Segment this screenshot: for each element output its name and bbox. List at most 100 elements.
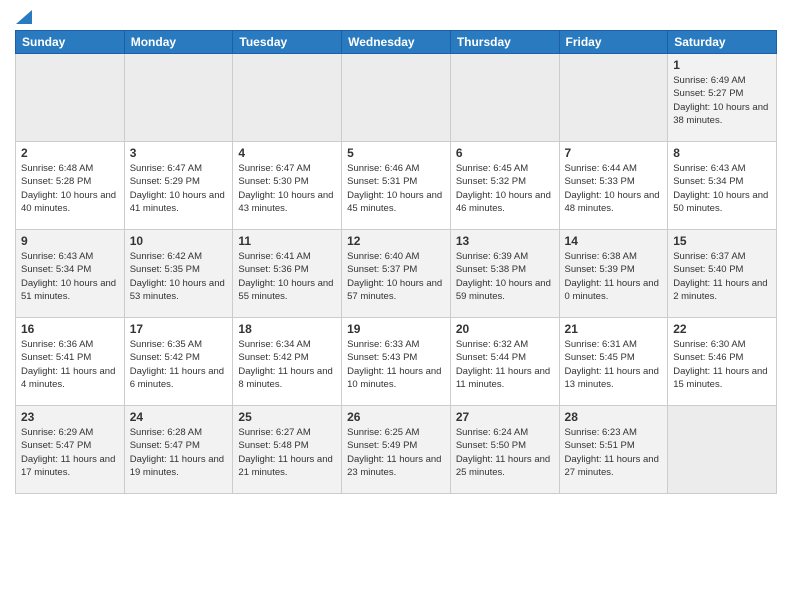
day-number: 5 — [347, 146, 445, 160]
day-info: Sunrise: 6:40 AM Sunset: 5:37 PM Dayligh… — [347, 250, 445, 303]
day-number: 18 — [238, 322, 336, 336]
day-number: 7 — [565, 146, 663, 160]
calendar-cell: 24 Sunrise: 6:28 AM Sunset: 5:47 PM Dayli… — [124, 406, 233, 494]
day-number: 23 — [21, 410, 119, 424]
calendar-cell — [124, 54, 233, 142]
calendar-cell: 4 Sunrise: 6:47 AM Sunset: 5:30 PM Daylig… — [233, 142, 342, 230]
calendar-cell: 26 Sunrise: 6:25 AM Sunset: 5:49 PM Dayli… — [342, 406, 451, 494]
column-header-saturday: Saturday — [668, 31, 777, 54]
day-number: 26 — [347, 410, 445, 424]
day-number: 20 — [456, 322, 554, 336]
column-header-sunday: Sunday — [16, 31, 125, 54]
calendar-cell: 9 Sunrise: 6:43 AM Sunset: 5:34 PM Daylig… — [16, 230, 125, 318]
header — [15, 10, 777, 22]
day-info: Sunrise: 6:28 AM Sunset: 5:47 PM Dayligh… — [130, 426, 228, 479]
calendar-cell: 19 Sunrise: 6:33 AM Sunset: 5:43 PM Dayli… — [342, 318, 451, 406]
calendar-cell — [668, 406, 777, 494]
calendar-week-row: 9 Sunrise: 6:43 AM Sunset: 5:34 PM Daylig… — [16, 230, 777, 318]
day-info: Sunrise: 6:39 AM Sunset: 5:38 PM Dayligh… — [456, 250, 554, 303]
calendar-cell: 10 Sunrise: 6:42 AM Sunset: 5:35 PM Dayli… — [124, 230, 233, 318]
day-number: 9 — [21, 234, 119, 248]
day-number: 14 — [565, 234, 663, 248]
day-info: Sunrise: 6:49 AM Sunset: 5:27 PM Dayligh… — [673, 74, 771, 127]
calendar-week-row: 2 Sunrise: 6:48 AM Sunset: 5:28 PM Daylig… — [16, 142, 777, 230]
day-number: 6 — [456, 146, 554, 160]
day-info: Sunrise: 6:25 AM Sunset: 5:49 PM Dayligh… — [347, 426, 445, 479]
day-number: 17 — [130, 322, 228, 336]
calendar-cell: 13 Sunrise: 6:39 AM Sunset: 5:38 PM Dayli… — [450, 230, 559, 318]
day-number: 2 — [21, 146, 119, 160]
calendar-cell — [450, 54, 559, 142]
column-header-thursday: Thursday — [450, 31, 559, 54]
day-number: 25 — [238, 410, 336, 424]
day-info: Sunrise: 6:31 AM Sunset: 5:45 PM Dayligh… — [565, 338, 663, 391]
day-info: Sunrise: 6:47 AM Sunset: 5:29 PM Dayligh… — [130, 162, 228, 215]
day-info: Sunrise: 6:34 AM Sunset: 5:42 PM Dayligh… — [238, 338, 336, 391]
day-info: Sunrise: 6:45 AM Sunset: 5:32 PM Dayligh… — [456, 162, 554, 215]
day-number: 11 — [238, 234, 336, 248]
day-info: Sunrise: 6:30 AM Sunset: 5:46 PM Dayligh… — [673, 338, 771, 391]
calendar-week-row: 1 Sunrise: 6:49 AM Sunset: 5:27 PM Daylig… — [16, 54, 777, 142]
calendar-cell: 20Sunrise: 6:32 AM Sunset: 5:44 PM Dayli… — [450, 318, 559, 406]
calendar-page: SundayMondayTuesdayWednesdayThursdayFrid… — [0, 0, 792, 612]
calendar-table: SundayMondayTuesdayWednesdayThursdayFrid… — [15, 30, 777, 494]
day-number: 13 — [456, 234, 554, 248]
calendar-cell: 17 Sunrise: 6:35 AM Sunset: 5:42 PM Dayli… — [124, 318, 233, 406]
calendar-cell: 18 Sunrise: 6:34 AM Sunset: 5:42 PM Dayli… — [233, 318, 342, 406]
calendar-cell: 11 Sunrise: 6:41 AM Sunset: 5:36 PM Dayli… — [233, 230, 342, 318]
column-header-tuesday: Tuesday — [233, 31, 342, 54]
day-number: 3 — [130, 146, 228, 160]
day-number: 12 — [347, 234, 445, 248]
day-info: Sunrise: 6:23 AM Sunset: 5:51 PM Dayligh… — [565, 426, 663, 479]
calendar-cell — [559, 54, 668, 142]
logo-triangle-icon — [16, 10, 32, 24]
day-number: 21 — [565, 322, 663, 336]
calendar-cell: 15 Sunrise: 6:37 AM Sunset: 5:40 PM Dayli… — [668, 230, 777, 318]
calendar-cell: 12 Sunrise: 6:40 AM Sunset: 5:37 PM Dayli… — [342, 230, 451, 318]
day-info: Sunrise: 6:27 AM Sunset: 5:48 PM Dayligh… — [238, 426, 336, 479]
day-info: Sunrise: 6:35 AM Sunset: 5:42 PM Dayligh… — [130, 338, 228, 391]
calendar-cell: 27 Sunrise: 6:24 AM Sunset: 5:50 PM Dayli… — [450, 406, 559, 494]
calendar-cell: 2 Sunrise: 6:48 AM Sunset: 5:28 PM Daylig… — [16, 142, 125, 230]
day-number: 15 — [673, 234, 771, 248]
calendar-week-row: 23 Sunrise: 6:29 AM Sunset: 5:47 PM Dayli… — [16, 406, 777, 494]
day-number: 19 — [347, 322, 445, 336]
calendar-cell: 22Sunrise: 6:30 AM Sunset: 5:46 PM Dayli… — [668, 318, 777, 406]
day-info: Sunrise: 6:36 AM Sunset: 5:41 PM Dayligh… — [21, 338, 119, 391]
column-header-monday: Monday — [124, 31, 233, 54]
day-info: Sunrise: 6:43 AM Sunset: 5:34 PM Dayligh… — [673, 162, 771, 215]
calendar-cell: 14 Sunrise: 6:38 AM Sunset: 5:39 PM Dayli… — [559, 230, 668, 318]
day-info: Sunrise: 6:43 AM Sunset: 5:34 PM Dayligh… — [21, 250, 119, 303]
day-info: Sunrise: 6:42 AM Sunset: 5:35 PM Dayligh… — [130, 250, 228, 303]
day-number: 1 — [673, 58, 771, 72]
calendar-cell — [233, 54, 342, 142]
calendar-cell: 7 Sunrise: 6:44 AM Sunset: 5:33 PM Daylig… — [559, 142, 668, 230]
day-number: 28 — [565, 410, 663, 424]
day-info: Sunrise: 6:48 AM Sunset: 5:28 PM Dayligh… — [21, 162, 119, 215]
day-info: Sunrise: 6:37 AM Sunset: 5:40 PM Dayligh… — [673, 250, 771, 303]
calendar-cell: 23 Sunrise: 6:29 AM Sunset: 5:47 PM Dayli… — [16, 406, 125, 494]
day-number: 10 — [130, 234, 228, 248]
column-header-friday: Friday — [559, 31, 668, 54]
day-info: Sunrise: 6:24 AM Sunset: 5:50 PM Dayligh… — [456, 426, 554, 479]
day-info: Sunrise: 6:33 AM Sunset: 5:43 PM Dayligh… — [347, 338, 445, 391]
calendar-cell: 21 Sunrise: 6:31 AM Sunset: 5:45 PM Dayli… — [559, 318, 668, 406]
calendar-header-row: SundayMondayTuesdayWednesdayThursdayFrid… — [16, 31, 777, 54]
day-info: Sunrise: 6:46 AM Sunset: 5:31 PM Dayligh… — [347, 162, 445, 215]
day-info: Sunrise: 6:47 AM Sunset: 5:30 PM Dayligh… — [238, 162, 336, 215]
calendar-cell: 3 Sunrise: 6:47 AM Sunset: 5:29 PM Daylig… — [124, 142, 233, 230]
column-header-wednesday: Wednesday — [342, 31, 451, 54]
calendar-cell — [342, 54, 451, 142]
logo — [15, 10, 32, 22]
day-info: Sunrise: 6:29 AM Sunset: 5:47 PM Dayligh… — [21, 426, 119, 479]
day-info: Sunrise: 6:44 AM Sunset: 5:33 PM Dayligh… — [565, 162, 663, 215]
day-info: Sunrise: 6:38 AM Sunset: 5:39 PM Dayligh… — [565, 250, 663, 303]
day-number: 24 — [130, 410, 228, 424]
calendar-cell — [16, 54, 125, 142]
calendar-cell: 5 Sunrise: 6:46 AM Sunset: 5:31 PM Daylig… — [342, 142, 451, 230]
day-number: 4 — [238, 146, 336, 160]
day-number: 27 — [456, 410, 554, 424]
day-info: Sunrise: 6:41 AM Sunset: 5:36 PM Dayligh… — [238, 250, 336, 303]
calendar-week-row: 16Sunrise: 6:36 AM Sunset: 5:41 PM Dayli… — [16, 318, 777, 406]
day-number: 8 — [673, 146, 771, 160]
